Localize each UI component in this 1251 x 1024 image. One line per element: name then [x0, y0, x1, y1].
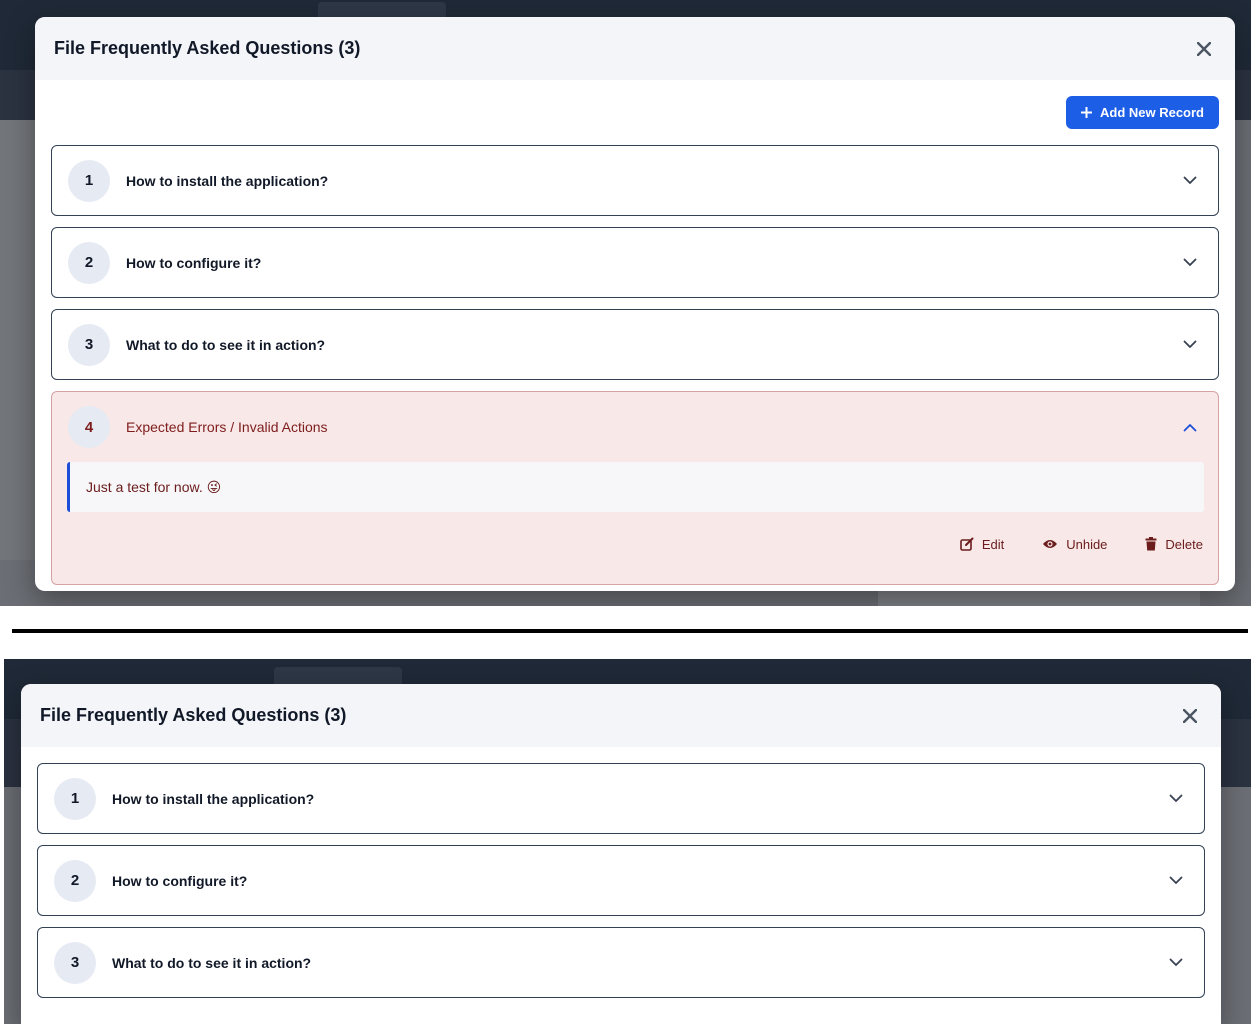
dialog-title: File Frequently Asked Questions (3): [54, 38, 361, 58]
faq-item-number: 3: [68, 323, 110, 366]
dialog-body: 1 How to install the application? 2 How …: [21, 747, 1221, 998]
faq-item-header[interactable]: 1 How to install the application?: [52, 146, 1218, 215]
chevron-up-icon[interactable]: [1182, 419, 1198, 435]
trash-icon: [1145, 537, 1157, 551]
faq-item-number: 1: [54, 777, 96, 820]
unhide-button[interactable]: Unhide: [1042, 534, 1107, 554]
close-button[interactable]: [1193, 38, 1215, 60]
faq-item-header[interactable]: 3 What to do to see it in action?: [38, 928, 1204, 997]
faq-item-number: 4: [68, 406, 110, 448]
close-button[interactable]: [1179, 705, 1201, 727]
faq-item-header[interactable]: 2 How to configure it?: [52, 228, 1218, 297]
faq-item-question: What to do to see it in action?: [126, 336, 326, 353]
chevron-down-icon[interactable]: [1168, 955, 1184, 971]
eye-icon: [1043, 540, 1058, 548]
edit-label: Edit: [981, 536, 1005, 552]
chevron-down-icon[interactable]: [1168, 791, 1184, 807]
dialog-toolbar: Add New Record: [51, 96, 1219, 129]
faq-item-expanded: 4 Expected Errors / Invalid Actions Just…: [51, 391, 1219, 585]
faq-item-header[interactable]: 3 What to do to see it in action?: [52, 310, 1218, 379]
delete-button[interactable]: Delete: [1145, 534, 1203, 554]
dialog-body: Add New Record 1 How to install the appl…: [35, 80, 1235, 585]
faq-item-question: How to install the application?: [112, 790, 315, 807]
faq-item-question: How to install the application?: [126, 172, 329, 189]
faq-item: 2 How to configure it?: [51, 227, 1219, 298]
edit-icon: [960, 537, 974, 551]
faq-item-number: 1: [68, 159, 110, 202]
screenshot-admin-view: File Frequently Asked Questions (3) Add …: [0, 0, 1251, 606]
delete-label: Delete: [1165, 536, 1203, 552]
faq-item: 2 How to configure it?: [37, 845, 1205, 916]
faq-item: 1 How to install the application?: [37, 763, 1205, 834]
chevron-down-icon[interactable]: [1168, 873, 1184, 889]
plus-icon: [1080, 107, 1092, 118]
unhide-label: Unhide: [1066, 536, 1108, 552]
dialog-header: File Frequently Asked Questions (3): [21, 684, 1221, 747]
faq-item-number: 3: [54, 941, 96, 984]
faq-item-number: 2: [54, 859, 96, 902]
dialog-title: File Frequently Asked Questions (3): [40, 705, 347, 725]
faq-item-question: How to configure it?: [126, 254, 262, 271]
close-icon: [1183, 708, 1197, 723]
close-icon: [1197, 41, 1211, 56]
faq-actions: Edit Unhide Delete: [52, 512, 1218, 584]
background-sidebar: [0, 120, 40, 560]
dialog-header: File Frequently Asked Questions (3): [35, 17, 1235, 80]
separator-line: [12, 629, 1248, 633]
screenshot-user-view: File Frequently Asked Questions (3) 1 Ho…: [4, 659, 1251, 1024]
faq-item-question: What to do to see it in action?: [112, 954, 312, 971]
faq-item-header[interactable]: 1 How to install the application?: [38, 764, 1204, 833]
faq-dialog: File Frequently Asked Questions (3) 1 Ho…: [21, 684, 1221, 1024]
edit-button[interactable]: Edit: [960, 534, 1004, 554]
faq-item-header[interactable]: 2 How to configure it?: [38, 846, 1204, 915]
faq-item-question: How to configure it?: [112, 872, 248, 889]
faq-answer: Just a test for now. 😜: [67, 462, 1204, 512]
add-new-record-label: Add New Record: [1099, 105, 1204, 120]
faq-dialog: File Frequently Asked Questions (3) Add …: [35, 17, 1235, 591]
add-new-record-button[interactable]: Add New Record: [1065, 96, 1219, 129]
faq-item-header[interactable]: 4 Expected Errors / Invalid Actions: [52, 392, 1218, 462]
faq-item-question: Expected Errors / Invalid Actions: [126, 419, 328, 435]
faq-item: 3 What to do to see it in action?: [51, 309, 1219, 380]
chevron-down-icon[interactable]: [1182, 337, 1198, 353]
chevron-down-icon[interactable]: [1182, 255, 1198, 271]
faq-item-number: 2: [68, 241, 110, 284]
chevron-down-icon[interactable]: [1182, 173, 1198, 189]
faq-item: 3 What to do to see it in action?: [37, 927, 1205, 998]
faq-item: 1 How to install the application?: [51, 145, 1219, 216]
